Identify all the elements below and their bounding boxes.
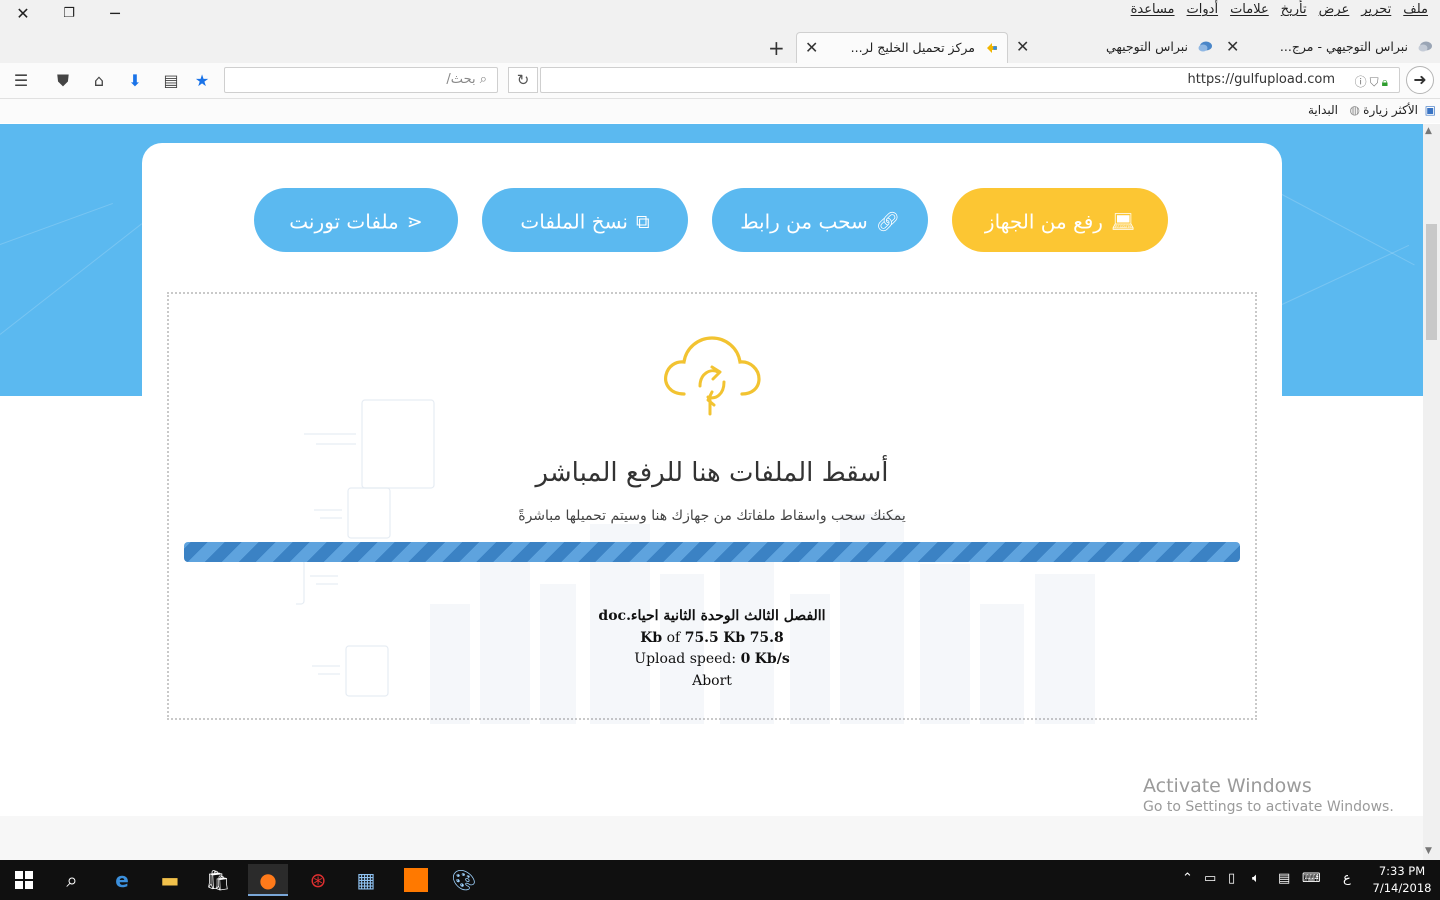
tray-overflow-icon[interactable]: ⌃ xyxy=(1182,871,1193,886)
abort-upload-button[interactable]: Abort xyxy=(167,671,1257,693)
bookmark-most-visited[interactable]: الأكثر زيارة xyxy=(1363,103,1418,117)
volume-icon[interactable]: 🔈︎ xyxy=(1252,871,1260,886)
upload-speed: Upload speed: 0 Kb/s xyxy=(634,651,790,667)
control-panel-icon[interactable]: ▦ xyxy=(346,864,386,896)
upload-progress-bar xyxy=(184,542,1240,562)
bookmark-star-icon[interactable]: ★ xyxy=(190,69,214,93)
reload-button[interactable]: ↻ xyxy=(508,67,538,93)
chat-favicon-icon xyxy=(1418,41,1432,52)
edge-icon[interactable]: e xyxy=(102,864,142,896)
tracking-shield-icon: ⛉ xyxy=(1369,75,1382,89)
tab-nebras-2[interactable]: نبراس التوجيهي ✕ xyxy=(1012,32,1220,63)
language-indicator[interactable]: ع xyxy=(1343,871,1351,886)
battery-icon[interactable]: ▭ xyxy=(1204,871,1216,886)
nav-bar: ➜ https://gulfupload.com ⓘ⛉🔒︎ ↻ ⌕ بحث/ ★… xyxy=(0,63,1440,99)
drop-zone-title: أسقط الملفات هنا للرفع المباشر xyxy=(535,458,889,488)
bookmarks-bar: ▣ الأكثر زيارة ◍ البداية xyxy=(0,99,1440,123)
clock-time: 7:33 PM xyxy=(1378,864,1426,878)
tab-strip: نبراس التوجيهي - مرج... ✕ نبراس التوجيهي… xyxy=(0,30,1440,63)
progress-fill xyxy=(184,542,1240,562)
link-icon: 🔗︎ xyxy=(875,210,900,233)
search-icon: ⌕ xyxy=(479,72,487,87)
paint-icon[interactable]: 🎨︎ xyxy=(444,864,484,896)
uploaded-filename: االفصل الثالث الوحدة الثانية احياء.doc xyxy=(598,608,826,624)
reader-list-icon[interactable]: ▤ xyxy=(159,69,183,93)
menu-help[interactable]: مساعدة xyxy=(1125,2,1181,17)
menu-edit[interactable]: تحرير xyxy=(1355,2,1397,17)
network-icon[interactable]: ▯ xyxy=(1228,871,1235,886)
scroll-thumb[interactable] xyxy=(1426,224,1437,340)
menu-bookmarks[interactable]: علامات xyxy=(1224,2,1275,17)
upload-size: Kb of 75.5 Kb 75.8 xyxy=(640,629,784,646)
tab-title: مركز تحميل الخليج لر... xyxy=(850,40,975,55)
firefox-icon[interactable]: ● xyxy=(248,864,288,896)
gulfupload-favicon-icon xyxy=(987,43,997,53)
close-tab-icon[interactable]: ✕ xyxy=(1016,32,1029,61)
copy-icon: ⧉ xyxy=(635,210,650,233)
page-scrollbar[interactable]: ▲ ▼ xyxy=(1423,124,1440,860)
orange-app-icon[interactable] xyxy=(396,864,436,896)
share-icon: ⋖ xyxy=(406,210,423,233)
close-tab-icon[interactable]: ✕ xyxy=(1226,32,1239,61)
search-bar[interactable]: ⌕ بحث/ xyxy=(224,67,498,93)
url-bar[interactable]: https://gulfupload.com ⓘ⛉🔒︎ xyxy=(540,67,1400,93)
downloads-icon[interactable]: ⬇ xyxy=(123,69,147,93)
torrent-files-button[interactable]: ⋖ملفات تورنت xyxy=(254,188,458,252)
lock-icon: 🔒︎ xyxy=(1381,75,1391,89)
new-tab-button[interactable]: + xyxy=(768,36,785,60)
clock-date: 7/14/2018 xyxy=(1372,881,1432,895)
close-tab-icon[interactable]: ✕ xyxy=(805,33,818,62)
upload-info: االفصل الثالث الوحدة الثانية احياء.doc K… xyxy=(167,606,1257,692)
restore-window-button[interactable]: ❐ xyxy=(46,2,92,26)
taskbar: ⌕ e ▬ 🛍︎ ● ⊛ ▦ 🎨︎ ⌃ ▭ ▯ 🔈︎ ▤ ⌨ ع 7:33 PM… xyxy=(0,860,1440,900)
bookmarks-folder-icon[interactable]: ▣ xyxy=(1425,103,1436,117)
cloud-upload-icon xyxy=(664,336,761,416)
menu-tools[interactable]: أدوات xyxy=(1181,2,1225,17)
file-explorer-icon[interactable]: ▬ xyxy=(150,864,190,896)
fetch-from-link-button[interactable]: 🔗︎سحب من رابط xyxy=(712,188,928,252)
laptop-icon: 💻︎ xyxy=(1110,210,1136,233)
back-button[interactable]: ➜ xyxy=(1406,66,1434,94)
hamburger-menu-icon[interactable]: ☰ xyxy=(9,69,33,93)
tab-title: نبراس التوجيهي xyxy=(1105,39,1188,54)
menu-bar: ملف تحرير عرض تأريخ علامات أدوات مساعدة xyxy=(1125,2,1434,17)
info-icon: ⓘ xyxy=(1354,75,1370,89)
windows-start-icon[interactable] xyxy=(4,864,44,896)
minimize-window-button[interactable]: ─ xyxy=(92,2,138,26)
menu-view[interactable]: عرض xyxy=(1313,2,1356,17)
chat-favicon-icon xyxy=(1198,41,1212,52)
menu-file[interactable]: ملف xyxy=(1397,2,1434,17)
upload-from-device-button[interactable]: 💻︎رفع من الجهاز xyxy=(952,188,1168,252)
site-identity-icons[interactable]: ⓘ⛉🔒︎ xyxy=(1355,73,1391,90)
keyboard-icon[interactable]: ⌨ xyxy=(1302,871,1321,886)
url-text: https://gulfupload.com xyxy=(1187,72,1335,87)
drop-zone-subtitle: يمكنك سحب واسقاط ملفاتك من جهازك هنا وسي… xyxy=(518,508,906,524)
action-center-icon[interactable]: ▤ xyxy=(1278,871,1290,886)
page-footer-band xyxy=(0,816,1423,860)
search-placeholder: ⌕ بحث/ xyxy=(446,72,487,87)
title-bar: ✕ ❐ ─ ملف تحرير عرض تأريخ علامات أدوات م… xyxy=(0,0,1440,30)
scroll-up-arrow-icon[interactable]: ▲ xyxy=(1425,126,1432,136)
tab-gulfupload[interactable]: مركز تحميل الخليج لر... ✕ xyxy=(796,32,1008,63)
pocket-icon[interactable]: ⛊ xyxy=(51,69,75,93)
page-viewport: 💻︎رفع من الجهاز 🔗︎سحب من رابط ⧉نسخ الملف… xyxy=(0,124,1423,860)
clock[interactable]: 7:33 PM 7/14/2018 xyxy=(1364,863,1440,897)
globe-icon: ◍ xyxy=(1349,103,1360,117)
bookmark-getting-started[interactable]: البداية xyxy=(1308,103,1338,117)
scroll-down-arrow-icon[interactable]: ▼ xyxy=(1425,846,1432,856)
tab-nebras-1[interactable]: نبراس التوجيهي - مرج... ✕ xyxy=(1222,32,1440,63)
copy-files-button[interactable]: ⧉نسخ الملفات xyxy=(482,188,688,252)
menu-history[interactable]: تأريخ xyxy=(1275,2,1313,17)
search-icon[interactable]: ⌕ xyxy=(52,864,92,896)
close-window-button[interactable]: ✕ xyxy=(0,2,46,26)
home-icon[interactable]: ⌂ xyxy=(87,69,111,93)
tab-title: نبراس التوجيهي - مرج... xyxy=(1279,39,1408,54)
activate-windows-watermark: Activate Windows Go to Settings to activ… xyxy=(1143,775,1394,815)
store-icon[interactable]: 🛍︎ xyxy=(198,864,238,896)
antivirus-icon[interactable]: ⊛ xyxy=(298,864,338,896)
